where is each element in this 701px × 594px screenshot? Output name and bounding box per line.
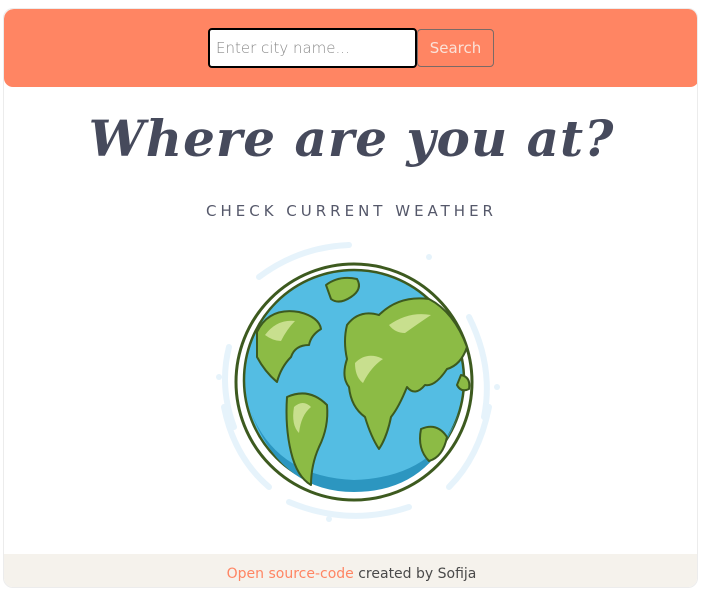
- search-button[interactable]: Search: [417, 29, 494, 67]
- page-subtitle: CHECK CURRENT WEATHER: [206, 202, 497, 220]
- globe-icon: [216, 242, 500, 522]
- footer: Open source-code created by Sofija: [4, 554, 697, 587]
- footer-credit: created by Sofija: [353, 566, 477, 582]
- weather-app-card: Search Where are you at? CHECK CURRENT W…: [3, 8, 698, 588]
- city-search-input[interactable]: [208, 28, 417, 68]
- page-title: Where are you at?: [88, 109, 615, 168]
- source-code-link[interactable]: Open source-code: [227, 566, 354, 582]
- search-header: Search: [4, 9, 697, 87]
